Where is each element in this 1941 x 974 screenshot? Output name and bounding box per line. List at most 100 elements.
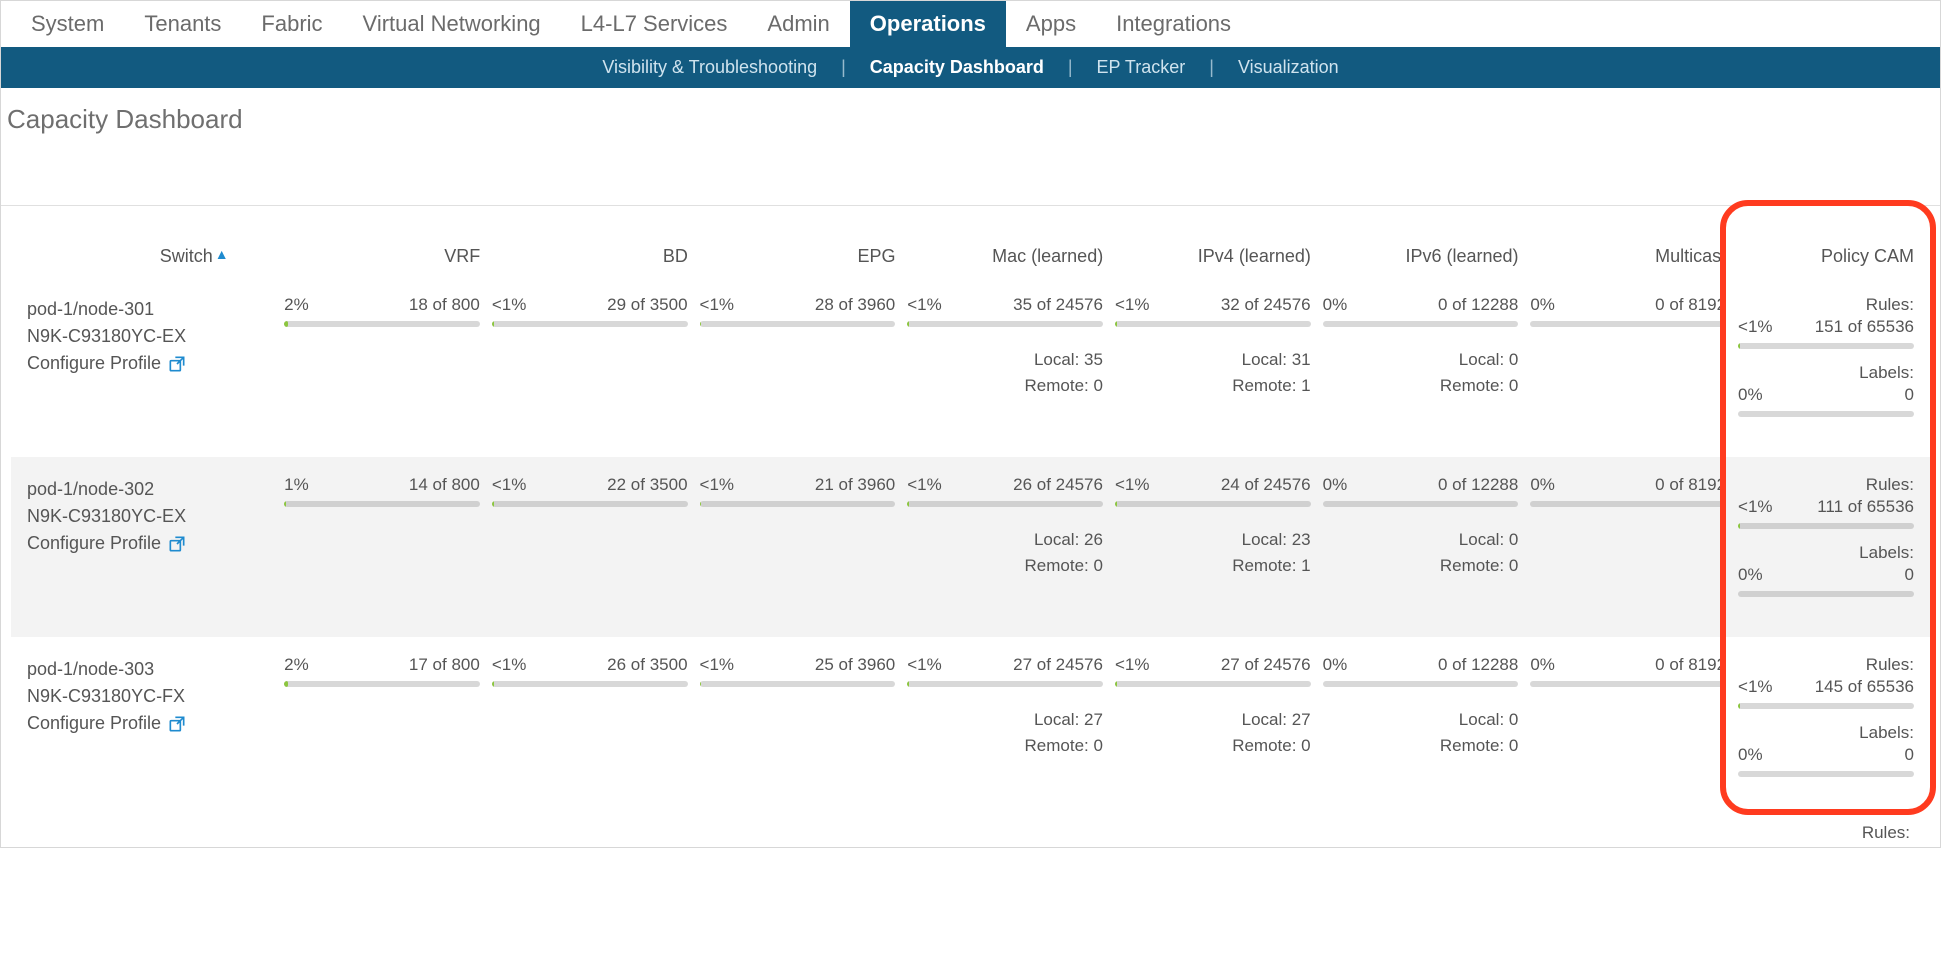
column-header-label: VRF: [444, 246, 480, 266]
column-header-label: Switch: [160, 246, 213, 266]
switch-model: N9K-C93180YC-FX: [27, 680, 272, 707]
metric-bar: [700, 681, 896, 687]
metric-bar: [1530, 501, 1726, 507]
policy-labels-label: Labels:: [1738, 543, 1914, 563]
column-header-label: BD: [663, 246, 688, 266]
tab-admin[interactable]: Admin: [747, 1, 849, 47]
metric-cell-epg: <1%25 of 3960: [694, 655, 902, 793]
metric-bar: [1115, 681, 1311, 687]
metric-count: 0 of 8192: [1655, 295, 1726, 315]
tab-fabric[interactable]: Fabric: [241, 1, 342, 47]
metric-percent: <1%: [1738, 317, 1773, 337]
app-root: SystemTenantsFabricVirtual NetworkingL4-…: [0, 0, 1941, 848]
metric-cell-mac: <1% 35 of 24576 Local: 35Remote: 0: [901, 295, 1109, 433]
metric-percent: <1%: [700, 475, 735, 495]
metric-bar: [1738, 411, 1914, 417]
tab-integrations[interactable]: Integrations: [1096, 1, 1251, 47]
column-header-multicast[interactable]: Multicast: [1525, 246, 1733, 267]
metric-cell-policy-cam: Rules:<1%111 of 65536Labels:0%0: [1732, 475, 1920, 613]
tab-operations[interactable]: Operations: [850, 1, 1006, 47]
metric-percent: 0%: [1738, 745, 1763, 765]
metric-cell-mac: <1%27 of 24576Local: 27Remote: 0: [901, 655, 1109, 793]
metric-bar: [492, 681, 688, 687]
tab-l4-l7-services[interactable]: L4-L7 Services: [561, 1, 748, 47]
metric-bar: [907, 681, 1103, 687]
metric-percent: <1%: [1115, 655, 1150, 675]
configure-profile-label: Configure Profile: [27, 353, 161, 374]
column-header-label: Multicast: [1655, 246, 1726, 266]
metric-count: 26 of 24576: [1013, 475, 1103, 495]
column-header-ipv6[interactable]: IPv6 (learned): [1317, 246, 1525, 267]
primary-nav: SystemTenantsFabricVirtual NetworkingL4-…: [1, 1, 1940, 47]
popout-icon: [167, 354, 187, 374]
metric-local-remote: Local: 0Remote: 0: [1323, 527, 1519, 578]
metric-bar: [1323, 321, 1519, 327]
metric-bar: [284, 501, 480, 507]
metric-percent: 0%: [1323, 475, 1348, 495]
metric-cell-multicast: 0%0 of 8192: [1524, 295, 1732, 433]
metric-count: 29 of 3500: [607, 295, 687, 315]
metric-count: 0 of 12288: [1438, 295, 1518, 315]
metric-percent: 0%: [1738, 385, 1763, 405]
metric-percent: 2%: [284, 295, 309, 315]
metric-local-remote: Local: 35Remote: 0: [907, 347, 1103, 398]
switch-cell: pod-1/node-302N9K-C93180YC-EXConfigure P…: [21, 475, 278, 613]
subnav-visualization[interactable]: Visualization: [1226, 53, 1351, 82]
sub-nav: Visibility & Troubleshooting|Capacity Da…: [1, 47, 1940, 88]
tab-tenants[interactable]: Tenants: [124, 1, 241, 47]
configure-profile-link[interactable]: Configure Profile: [27, 707, 272, 734]
popout-icon: [167, 534, 187, 554]
metric-percent: <1%: [1738, 497, 1773, 517]
metric-cell-ipv6: 0%0 of 12288Local: 0Remote: 0: [1317, 475, 1525, 613]
policy-labels-label: Labels:: [1738, 363, 1914, 383]
configure-profile-link[interactable]: Configure Profile: [27, 347, 272, 374]
subnav-visibility-troubleshooting[interactable]: Visibility & Troubleshooting: [590, 53, 829, 82]
subnav-capacity-dashboard[interactable]: Capacity Dashboard: [858, 53, 1056, 82]
switch-model: N9K-C93180YC-EX: [27, 320, 272, 347]
metric-percent: 0%: [1738, 565, 1763, 585]
policy-rules-label: Rules:: [1738, 655, 1914, 675]
column-header-bd[interactable]: BD: [486, 246, 694, 267]
metric-percent: <1%: [907, 295, 942, 315]
column-header-epg[interactable]: EPG: [694, 246, 902, 267]
metric-count: 35 of 24576: [1013, 295, 1103, 315]
column-header-ipv4[interactable]: IPv4 (learned): [1109, 246, 1317, 267]
tab-apps[interactable]: Apps: [1006, 1, 1096, 47]
metric-percent: 0%: [1530, 475, 1555, 495]
sort-ascending-icon: ▲: [215, 246, 229, 262]
metric-cell-policy-cam: Rules:<1%151 of 65536Labels:0%0: [1732, 295, 1920, 433]
column-header-switch[interactable]: Switch▲: [21, 246, 279, 267]
metric-local-remote: Local: 27Remote: 0: [907, 707, 1103, 758]
metric-count: 111 of 65536: [1817, 497, 1914, 517]
tab-system[interactable]: System: [11, 1, 124, 47]
column-header-vrf[interactable]: VRF: [279, 246, 487, 267]
metric-bar: [1738, 343, 1914, 349]
metric-bar: [1530, 681, 1726, 687]
policy-labels-label: Labels:: [1738, 723, 1914, 743]
metric-percent: 0%: [1323, 655, 1348, 675]
metric-cell-bd: <1% 29 of 3500: [486, 295, 694, 433]
metric-count: 151 of 65536: [1815, 317, 1914, 337]
metric-bar: [1323, 681, 1519, 687]
tab-virtual-networking[interactable]: Virtual Networking: [343, 1, 561, 47]
column-header-mac[interactable]: Mac (learned): [902, 246, 1110, 267]
metric-cell-policy-cam: Rules:<1%145 of 65536Labels:0%0: [1732, 655, 1920, 793]
column-header-policy[interactable]: Policy CAM: [1732, 246, 1920, 267]
metric-percent: <1%: [1115, 475, 1150, 495]
data-rows: pod-1/node-301N9K-C93180YC-EXConfigure P…: [11, 277, 1930, 817]
metric-cell-vrf: 1%14 of 800: [278, 475, 486, 613]
metric-percent: <1%: [700, 655, 735, 675]
metric-count: 18 of 800: [409, 295, 480, 315]
metric-percent: <1%: [492, 295, 527, 315]
metric-bar: [284, 321, 480, 327]
metric-bar: [907, 321, 1103, 327]
metric-percent: <1%: [492, 655, 527, 675]
policy-rules-label: Rules:: [1738, 295, 1914, 315]
metric-local-remote: Local: 0Remote: 0: [1323, 347, 1519, 398]
metric-local-remote: Local: 0Remote: 0: [1323, 707, 1519, 758]
configure-profile-link[interactable]: Configure Profile: [27, 527, 272, 554]
configure-profile-label: Configure Profile: [27, 713, 161, 734]
subnav-ep-tracker[interactable]: EP Tracker: [1085, 53, 1198, 82]
metric-cell-ipv6: 0%0 of 12288Local: 0Remote: 0: [1317, 655, 1525, 793]
metric-count: 32 of 24576: [1221, 295, 1311, 315]
